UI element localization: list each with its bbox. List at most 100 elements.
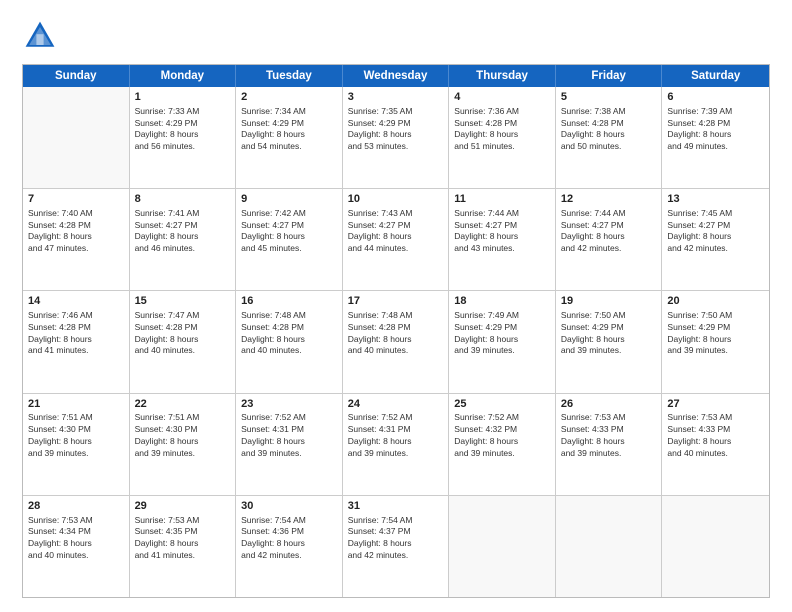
calendar-cell: [662, 496, 769, 597]
day-number: 12: [561, 192, 657, 207]
day-info: Sunrise: 7:54 AM Sunset: 4:36 PM Dayligh…: [241, 515, 337, 562]
calendar-cell: 18Sunrise: 7:49 AM Sunset: 4:29 PM Dayli…: [449, 291, 556, 392]
calendar-cell: 5Sunrise: 7:38 AM Sunset: 4:28 PM Daylig…: [556, 87, 663, 188]
logo-icon: [22, 18, 58, 54]
calendar-cell: 7Sunrise: 7:40 AM Sunset: 4:28 PM Daylig…: [23, 189, 130, 290]
page: SundayMondayTuesdayWednesdayThursdayFrid…: [0, 0, 792, 612]
calendar-week-5: 28Sunrise: 7:53 AM Sunset: 4:34 PM Dayli…: [23, 496, 769, 597]
calendar-cell: 27Sunrise: 7:53 AM Sunset: 4:33 PM Dayli…: [662, 394, 769, 495]
calendar-body: 1Sunrise: 7:33 AM Sunset: 4:29 PM Daylig…: [23, 87, 769, 597]
calendar-cell: 8Sunrise: 7:41 AM Sunset: 4:27 PM Daylig…: [130, 189, 237, 290]
day-number: 20: [667, 294, 764, 309]
day-number: 28: [28, 499, 124, 514]
calendar-cell: 2Sunrise: 7:34 AM Sunset: 4:29 PM Daylig…: [236, 87, 343, 188]
header: [22, 18, 770, 54]
day-number: 6: [667, 90, 764, 105]
day-number: 25: [454, 397, 550, 412]
day-number: 1: [135, 90, 231, 105]
day-number: 18: [454, 294, 550, 309]
calendar-cell: 23Sunrise: 7:52 AM Sunset: 4:31 PM Dayli…: [236, 394, 343, 495]
day-info: Sunrise: 7:51 AM Sunset: 4:30 PM Dayligh…: [28, 412, 124, 459]
day-info: Sunrise: 7:41 AM Sunset: 4:27 PM Dayligh…: [135, 208, 231, 255]
calendar-cell: 25Sunrise: 7:52 AM Sunset: 4:32 PM Dayli…: [449, 394, 556, 495]
day-info: Sunrise: 7:53 AM Sunset: 4:33 PM Dayligh…: [667, 412, 764, 459]
calendar-cell: 29Sunrise: 7:53 AM Sunset: 4:35 PM Dayli…: [130, 496, 237, 597]
day-info: Sunrise: 7:53 AM Sunset: 4:35 PM Dayligh…: [135, 515, 231, 562]
calendar-cell: 1Sunrise: 7:33 AM Sunset: 4:29 PM Daylig…: [130, 87, 237, 188]
day-info: Sunrise: 7:35 AM Sunset: 4:29 PM Dayligh…: [348, 106, 444, 153]
day-number: 29: [135, 499, 231, 514]
day-info: Sunrise: 7:49 AM Sunset: 4:29 PM Dayligh…: [454, 310, 550, 357]
day-info: Sunrise: 7:53 AM Sunset: 4:34 PM Dayligh…: [28, 515, 124, 562]
calendar-week-4: 21Sunrise: 7:51 AM Sunset: 4:30 PM Dayli…: [23, 394, 769, 496]
calendar-cell: 31Sunrise: 7:54 AM Sunset: 4:37 PM Dayli…: [343, 496, 450, 597]
day-info: Sunrise: 7:45 AM Sunset: 4:27 PM Dayligh…: [667, 208, 764, 255]
day-number: 9: [241, 192, 337, 207]
calendar-week-1: 1Sunrise: 7:33 AM Sunset: 4:29 PM Daylig…: [23, 87, 769, 189]
day-info: Sunrise: 7:48 AM Sunset: 4:28 PM Dayligh…: [241, 310, 337, 357]
day-number: 22: [135, 397, 231, 412]
calendar-week-3: 14Sunrise: 7:46 AM Sunset: 4:28 PM Dayli…: [23, 291, 769, 393]
day-info: Sunrise: 7:46 AM Sunset: 4:28 PM Dayligh…: [28, 310, 124, 357]
weekday-header-thursday: Thursday: [449, 65, 556, 87]
calendar-week-2: 7Sunrise: 7:40 AM Sunset: 4:28 PM Daylig…: [23, 189, 769, 291]
day-number: 8: [135, 192, 231, 207]
weekday-header-sunday: Sunday: [23, 65, 130, 87]
weekday-header-saturday: Saturday: [662, 65, 769, 87]
calendar-cell: 10Sunrise: 7:43 AM Sunset: 4:27 PM Dayli…: [343, 189, 450, 290]
calendar-cell: 12Sunrise: 7:44 AM Sunset: 4:27 PM Dayli…: [556, 189, 663, 290]
day-info: Sunrise: 7:52 AM Sunset: 4:31 PM Dayligh…: [348, 412, 444, 459]
weekday-header-wednesday: Wednesday: [343, 65, 450, 87]
weekday-header-friday: Friday: [556, 65, 663, 87]
calendar-cell: 9Sunrise: 7:42 AM Sunset: 4:27 PM Daylig…: [236, 189, 343, 290]
day-info: Sunrise: 7:52 AM Sunset: 4:31 PM Dayligh…: [241, 412, 337, 459]
day-info: Sunrise: 7:44 AM Sunset: 4:27 PM Dayligh…: [561, 208, 657, 255]
logo: [22, 18, 64, 54]
day-number: 26: [561, 397, 657, 412]
day-number: 5: [561, 90, 657, 105]
calendar-cell: 26Sunrise: 7:53 AM Sunset: 4:33 PM Dayli…: [556, 394, 663, 495]
day-number: 14: [28, 294, 124, 309]
day-info: Sunrise: 7:34 AM Sunset: 4:29 PM Dayligh…: [241, 106, 337, 153]
day-info: Sunrise: 7:38 AM Sunset: 4:28 PM Dayligh…: [561, 106, 657, 153]
day-info: Sunrise: 7:33 AM Sunset: 4:29 PM Dayligh…: [135, 106, 231, 153]
calendar-cell: 14Sunrise: 7:46 AM Sunset: 4:28 PM Dayli…: [23, 291, 130, 392]
calendar-cell: [23, 87, 130, 188]
day-number: 4: [454, 90, 550, 105]
calendar-cell: 6Sunrise: 7:39 AM Sunset: 4:28 PM Daylig…: [662, 87, 769, 188]
day-info: Sunrise: 7:53 AM Sunset: 4:33 PM Dayligh…: [561, 412, 657, 459]
day-info: Sunrise: 7:54 AM Sunset: 4:37 PM Dayligh…: [348, 515, 444, 562]
calendar-cell: [556, 496, 663, 597]
weekday-header-tuesday: Tuesday: [236, 65, 343, 87]
calendar-cell: 4Sunrise: 7:36 AM Sunset: 4:28 PM Daylig…: [449, 87, 556, 188]
day-info: Sunrise: 7:50 AM Sunset: 4:29 PM Dayligh…: [561, 310, 657, 357]
calendar-cell: 22Sunrise: 7:51 AM Sunset: 4:30 PM Dayli…: [130, 394, 237, 495]
day-info: Sunrise: 7:44 AM Sunset: 4:27 PM Dayligh…: [454, 208, 550, 255]
day-number: 27: [667, 397, 764, 412]
day-info: Sunrise: 7:40 AM Sunset: 4:28 PM Dayligh…: [28, 208, 124, 255]
day-number: 23: [241, 397, 337, 412]
day-info: Sunrise: 7:52 AM Sunset: 4:32 PM Dayligh…: [454, 412, 550, 459]
day-number: 2: [241, 90, 337, 105]
day-number: 3: [348, 90, 444, 105]
day-number: 11: [454, 192, 550, 207]
day-number: 17: [348, 294, 444, 309]
day-number: 21: [28, 397, 124, 412]
day-info: Sunrise: 7:51 AM Sunset: 4:30 PM Dayligh…: [135, 412, 231, 459]
calendar-cell: 16Sunrise: 7:48 AM Sunset: 4:28 PM Dayli…: [236, 291, 343, 392]
day-number: 31: [348, 499, 444, 514]
calendar-header: SundayMondayTuesdayWednesdayThursdayFrid…: [23, 65, 769, 87]
calendar-cell: 28Sunrise: 7:53 AM Sunset: 4:34 PM Dayli…: [23, 496, 130, 597]
day-number: 30: [241, 499, 337, 514]
day-info: Sunrise: 7:48 AM Sunset: 4:28 PM Dayligh…: [348, 310, 444, 357]
calendar-cell: 20Sunrise: 7:50 AM Sunset: 4:29 PM Dayli…: [662, 291, 769, 392]
calendar-cell: 15Sunrise: 7:47 AM Sunset: 4:28 PM Dayli…: [130, 291, 237, 392]
calendar-cell: 19Sunrise: 7:50 AM Sunset: 4:29 PM Dayli…: [556, 291, 663, 392]
weekday-header-monday: Monday: [130, 65, 237, 87]
calendar-cell: 17Sunrise: 7:48 AM Sunset: 4:28 PM Dayli…: [343, 291, 450, 392]
day-info: Sunrise: 7:42 AM Sunset: 4:27 PM Dayligh…: [241, 208, 337, 255]
day-number: 10: [348, 192, 444, 207]
day-number: 7: [28, 192, 124, 207]
day-number: 13: [667, 192, 764, 207]
calendar-cell: 24Sunrise: 7:52 AM Sunset: 4:31 PM Dayli…: [343, 394, 450, 495]
